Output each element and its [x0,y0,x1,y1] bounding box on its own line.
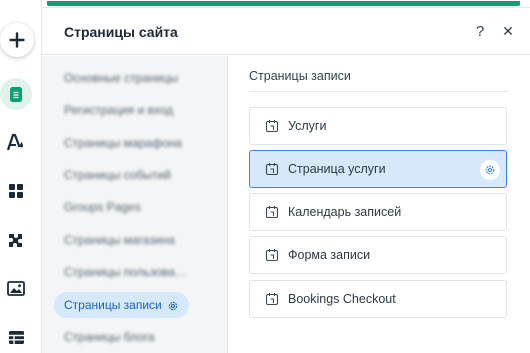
design-button[interactable] [0,126,32,158]
category-main-pages[interactable]: Основные страницы [54,65,188,91]
page-item-label: Bookings Checkout [288,292,396,306]
section-title: Страницы записи [249,69,351,83]
pages-icon [10,86,22,102]
panel-title: Страницы сайта [64,24,178,40]
gear-icon[interactable] [167,300,179,312]
page-item-bookings-checkout[interactable]: Bookings Checkout [249,280,507,318]
calendar-page-icon [265,119,279,133]
page-settings-button[interactable] [480,160,500,180]
page-categories-list: Основные страницы Регистрация и вход Стр… [42,56,228,353]
panel-header: Страницы сайта ? ✕ [42,8,530,55]
page-item-label: Форма записи [288,248,371,262]
page-item-services[interactable]: Услуги [249,107,507,145]
left-toolbar [0,0,42,353]
apps-icon [9,184,23,198]
category-booking-label: Страницы записи [64,298,162,312]
category-signup-login[interactable]: Регистрация и вход [54,97,183,123]
table-icon [8,330,24,344]
category-event-pages[interactable]: Страницы событий [54,162,181,188]
category-groups-pages[interactable]: Groups Pages [54,194,151,220]
plugins-button[interactable] [0,224,32,256]
design-icon [6,133,23,151]
pages-button[interactable] [0,78,32,110]
gear-icon [485,165,495,175]
add-button[interactable] [0,23,34,57]
page-item-label: Календарь записей [288,205,402,219]
help-button[interactable]: ? [470,21,490,41]
page-item-booking-form[interactable]: Форма записи [249,236,507,274]
section-divider [249,91,509,92]
apps-button[interactable] [0,175,32,207]
category-member-pages[interactable]: Страницы пользова… [54,259,197,285]
category-booking-pages[interactable]: Страницы записи [54,292,189,318]
site-pages-panel: Страницы сайта ? ✕ Основные страницы Рег… [42,8,530,353]
calendar-page-icon [265,205,279,219]
booking-pages-section: Страницы записи Услуги Страница услуги К… [229,56,530,353]
calendar-page-icon [265,292,279,306]
page-item-label: Страница услуги [288,162,386,176]
media-button[interactable] [0,272,32,304]
calendar-page-icon [265,248,279,262]
page-item-service-page[interactable]: Страница услуги [249,150,507,188]
top-accent-strip [47,1,520,6]
editor-top-bar [42,0,530,8]
plugins-icon [9,234,22,247]
media-icon [7,280,25,296]
category-store-pages[interactable]: Страницы магазина [54,227,185,253]
table-button[interactable] [0,321,32,353]
page-item-label: Услуги [288,119,327,133]
page-item-booking-calendar[interactable]: Календарь записей [249,193,507,231]
calendar-page-icon [265,162,279,176]
category-blog-pages[interactable]: Страницы блога [54,324,165,350]
add-icon [9,32,25,48]
category-marathon-pages[interactable]: Страницы марафона [54,130,192,156]
close-button[interactable]: ✕ [498,21,518,41]
